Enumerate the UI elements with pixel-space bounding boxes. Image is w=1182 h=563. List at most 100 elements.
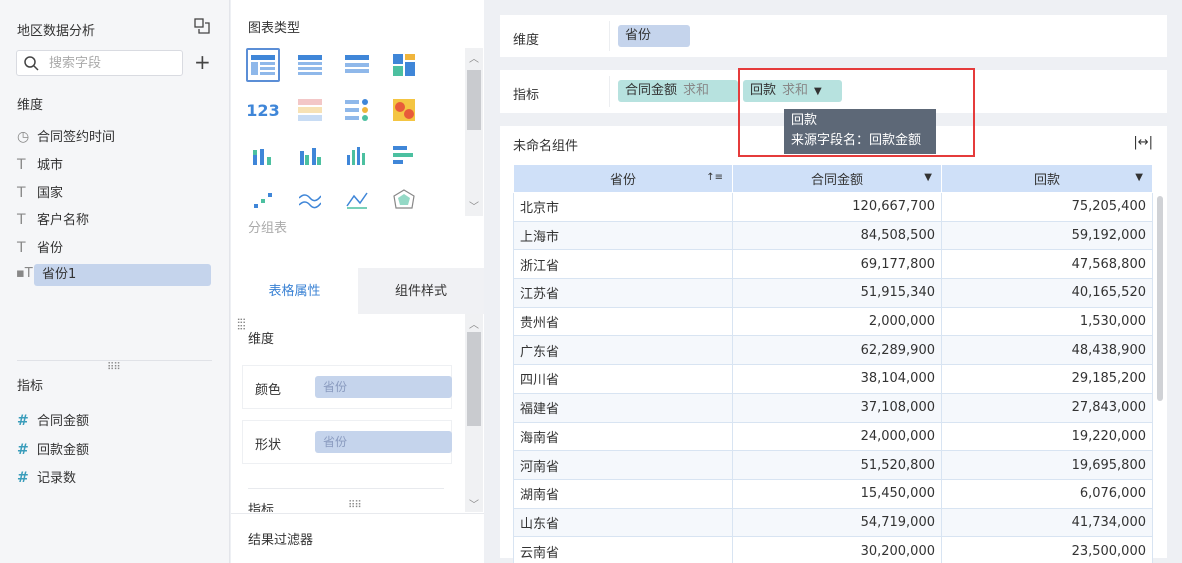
- scroll-up-icon[interactable]: ︿: [469, 316, 479, 331]
- bar-chart-icon[interactable]: [387, 138, 421, 172]
- payment-cell[interactable]: 19,695,800: [941, 450, 1153, 480]
- contract-amount-cell[interactable]: 51,520,800: [732, 450, 942, 480]
- column-header-province[interactable]: 省份 ↑≡: [513, 164, 733, 193]
- province-cell[interactable]: 四川省: [513, 364, 733, 394]
- field-item[interactable]: T 省份: [17, 237, 63, 259]
- table-header-row: 省份 ↑≡ 合同金额 ▼ 回款 ▼: [513, 164, 1153, 193]
- scroll-thumb[interactable]: [467, 332, 481, 426]
- dimension-shelf[interactable]: 维度: [500, 15, 1167, 57]
- contract-amount-cell[interactable]: 51,915,340: [732, 278, 942, 308]
- contract-amount-cell[interactable]: 30,200,000: [732, 536, 942, 563]
- scroll-down-icon[interactable]: ﹀: [469, 198, 479, 213]
- contract-amount-cell[interactable]: 2,000,000: [732, 306, 942, 337]
- shape-property-row[interactable]: 形状 省份: [242, 420, 452, 464]
- grouped-bar-icon[interactable]: [293, 138, 327, 172]
- contract-amount-cell[interactable]: 37,108,000: [732, 392, 942, 423]
- treemap-icon[interactable]: [387, 48, 421, 82]
- payment-cell[interactable]: 41,734,000: [941, 507, 1153, 538]
- area-chart-icon[interactable]: [340, 183, 374, 217]
- province-cell[interactable]: 贵州省: [513, 306, 733, 337]
- province-cell[interactable]: 浙江省: [513, 249, 733, 280]
- dropdown-arrow-icon[interactable]: ▼: [1135, 172, 1143, 183]
- field-item[interactable]: T 国家: [17, 182, 63, 204]
- dimension-pill[interactable]: 省份: [618, 25, 690, 47]
- province-cell[interactable]: 上海市: [513, 220, 733, 251]
- payment-cell[interactable]: 6,076,000: [941, 478, 1153, 509]
- drag-handle-icon[interactable]: ⠿⠿: [234, 317, 245, 330]
- indicator-table-icon[interactable]: [340, 93, 374, 127]
- column-chart-icon[interactable]: [340, 138, 374, 172]
- measure-pill-contract[interactable]: 合同金额 求和: [618, 80, 738, 102]
- field-search[interactable]: [16, 50, 183, 76]
- color-property-row[interactable]: 颜色 省份: [242, 365, 452, 409]
- kpi-table-icon[interactable]: [293, 93, 327, 127]
- group-table-icon[interactable]: [246, 48, 280, 82]
- payment-cell[interactable]: 27,843,000: [941, 392, 1153, 423]
- payment-cell[interactable]: 29,185,200: [941, 364, 1153, 394]
- payment-cell[interactable]: 23,500,000: [941, 536, 1153, 563]
- drag-handle-icon[interactable]: ⠿⠿: [348, 500, 362, 511]
- dropdown-arrow-icon[interactable]: ▼: [924, 172, 932, 183]
- contract-amount-cell[interactable]: 84,508,500: [732, 220, 942, 251]
- payment-cell[interactable]: 48,438,900: [941, 335, 1153, 366]
- payment-cell[interactable]: 1,530,000: [941, 306, 1153, 337]
- cross-table-icon[interactable]: [293, 48, 327, 82]
- contract-amount-cell[interactable]: 69,177,800: [732, 249, 942, 280]
- chart-type-scrollbar[interactable]: ︿ ﹀: [465, 48, 483, 216]
- scroll-thumb[interactable]: [467, 70, 481, 130]
- field-item[interactable]: # 合同金额: [17, 410, 89, 432]
- widget-title[interactable]: 未命名组件: [513, 135, 578, 154]
- contract-amount-cell[interactable]: 24,000,000: [732, 421, 942, 452]
- search-input[interactable]: [49, 54, 175, 72]
- drag-handle-icon[interactable]: ⠿⠿: [107, 362, 121, 373]
- province-cell[interactable]: 江苏省: [513, 278, 733, 308]
- payment-cell[interactable]: 19,220,000: [941, 421, 1153, 452]
- radar-chart-icon[interactable]: [387, 183, 421, 217]
- tab-table-properties[interactable]: 表格属性: [231, 268, 358, 314]
- detail-table-icon[interactable]: [340, 48, 374, 82]
- table-scrollbar[interactable]: [1157, 196, 1163, 401]
- contract-amount-cell[interactable]: 38,104,000: [732, 364, 942, 394]
- add-field-icon[interactable]: +: [194, 52, 211, 72]
- payment-cell[interactable]: 75,205,400: [941, 192, 1153, 222]
- sort-icon[interactable]: ↑≡: [706, 172, 723, 183]
- stacked-bar-icon[interactable]: [246, 138, 280, 172]
- line-chart-icon[interactable]: [293, 183, 327, 217]
- field-item[interactable]: ◷ 合同签约时间: [17, 126, 115, 148]
- province-cell[interactable]: 北京市: [513, 192, 733, 222]
- contract-amount-cell[interactable]: 54,719,000: [732, 507, 942, 538]
- field-item[interactable]: # 记录数: [17, 467, 76, 489]
- field-item-active[interactable]: 省份1: [34, 264, 211, 286]
- province-cell[interactable]: 福建省: [513, 392, 733, 423]
- color-field-pill[interactable]: 省份: [315, 376, 452, 398]
- province-cell[interactable]: 广东省: [513, 335, 733, 366]
- payment-cell[interactable]: 59,192,000: [941, 220, 1153, 251]
- scroll-down-icon[interactable]: ﹀: [469, 496, 479, 511]
- scroll-up-icon[interactable]: ︿: [469, 50, 479, 65]
- contract-amount-cell[interactable]: 120,667,700: [732, 192, 942, 222]
- field-item[interactable]: T 客户名称: [17, 209, 89, 231]
- shape-field-pill[interactable]: 省份: [315, 431, 452, 453]
- contract-amount-cell[interactable]: 62,289,900: [732, 335, 942, 366]
- payment-cell[interactable]: 47,568,800: [941, 249, 1153, 280]
- province-cell[interactable]: 湖南省: [513, 478, 733, 509]
- contract-amount-cell[interactable]: 15,450,000: [732, 478, 942, 509]
- result-filter-section[interactable]: 结果过滤器: [231, 513, 484, 563]
- properties-scrollbar[interactable]: ︿ ﹀: [465, 314, 483, 512]
- field-item[interactable]: T 城市: [17, 154, 63, 176]
- province-cell[interactable]: 河南省: [513, 450, 733, 480]
- province-cell[interactable]: 云南省: [513, 536, 733, 563]
- column-header-contract[interactable]: 合同金额 ▼: [732, 164, 942, 193]
- switch-dataset-icon[interactable]: [193, 17, 211, 35]
- province-cell[interactable]: 山东省: [513, 507, 733, 538]
- tab-component-style[interactable]: 组件样式: [358, 268, 484, 314]
- kpi-number-icon[interactable]: 123: [246, 93, 280, 127]
- scatter-icon[interactable]: [246, 183, 280, 217]
- fit-width-icon[interactable]: |↔|: [1133, 135, 1153, 150]
- heatmap-icon[interactable]: [387, 93, 421, 127]
- column-header-payment[interactable]: 回款 ▼: [941, 164, 1153, 193]
- payment-cell[interactable]: 40,165,520: [941, 278, 1153, 308]
- province-cell[interactable]: 海南省: [513, 421, 733, 452]
- section-divider: [17, 360, 212, 361]
- field-item[interactable]: # 回款金额: [17, 439, 89, 461]
